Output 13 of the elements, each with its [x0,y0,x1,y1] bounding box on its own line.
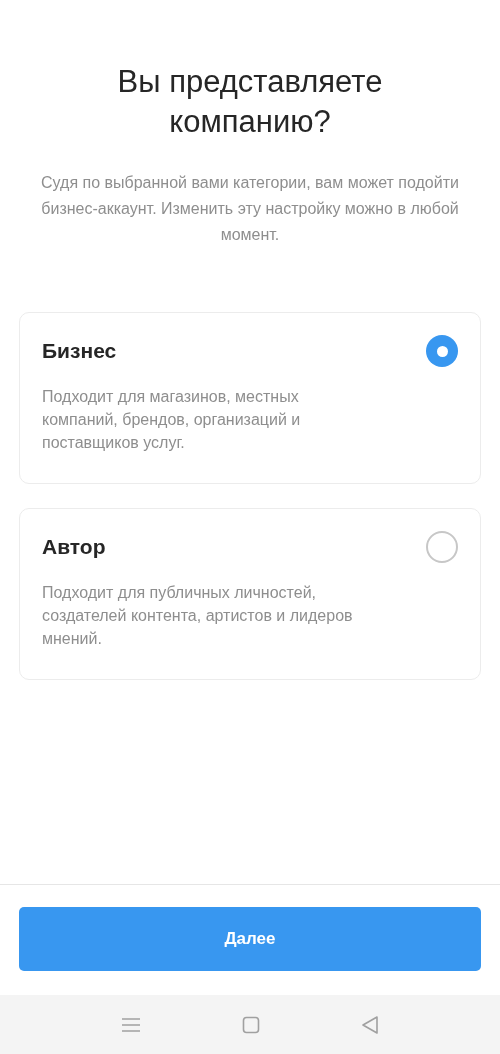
radio-button[interactable] [426,531,458,563]
option-card[interactable]: Бизнес Подходит для магазинов, местных компаний, брендов, организаций и поставщиков услуг. [19,312,481,484]
back-icon[interactable] [361,1014,380,1035]
screen-title: Вы представляете компанию? [116,63,384,141]
description-text: Судя по выбранной вами категории, вам может подойти бизнес-аккаунт. Изменить эту настройку можно в любой момент. [40,173,460,245]
option-title: Бизнес [42,339,117,363]
option-description: Подходит для магазинов, местных компаний, брендов, организаций и поставщиков услуг. [42,387,302,453]
option-card[interactable]: Автор Подходит для публичных личностей, создателей контента, артистов и лидеров мнений. [19,508,481,680]
menu-icon[interactable] [120,1016,141,1033]
radio-button[interactable] [426,335,458,367]
option-description: Подходит для публичных личностей, создателей контента, артистов и лидеров мнений. [42,583,354,649]
home-icon[interactable] [242,1015,260,1034]
option-title: Автор [42,535,106,559]
